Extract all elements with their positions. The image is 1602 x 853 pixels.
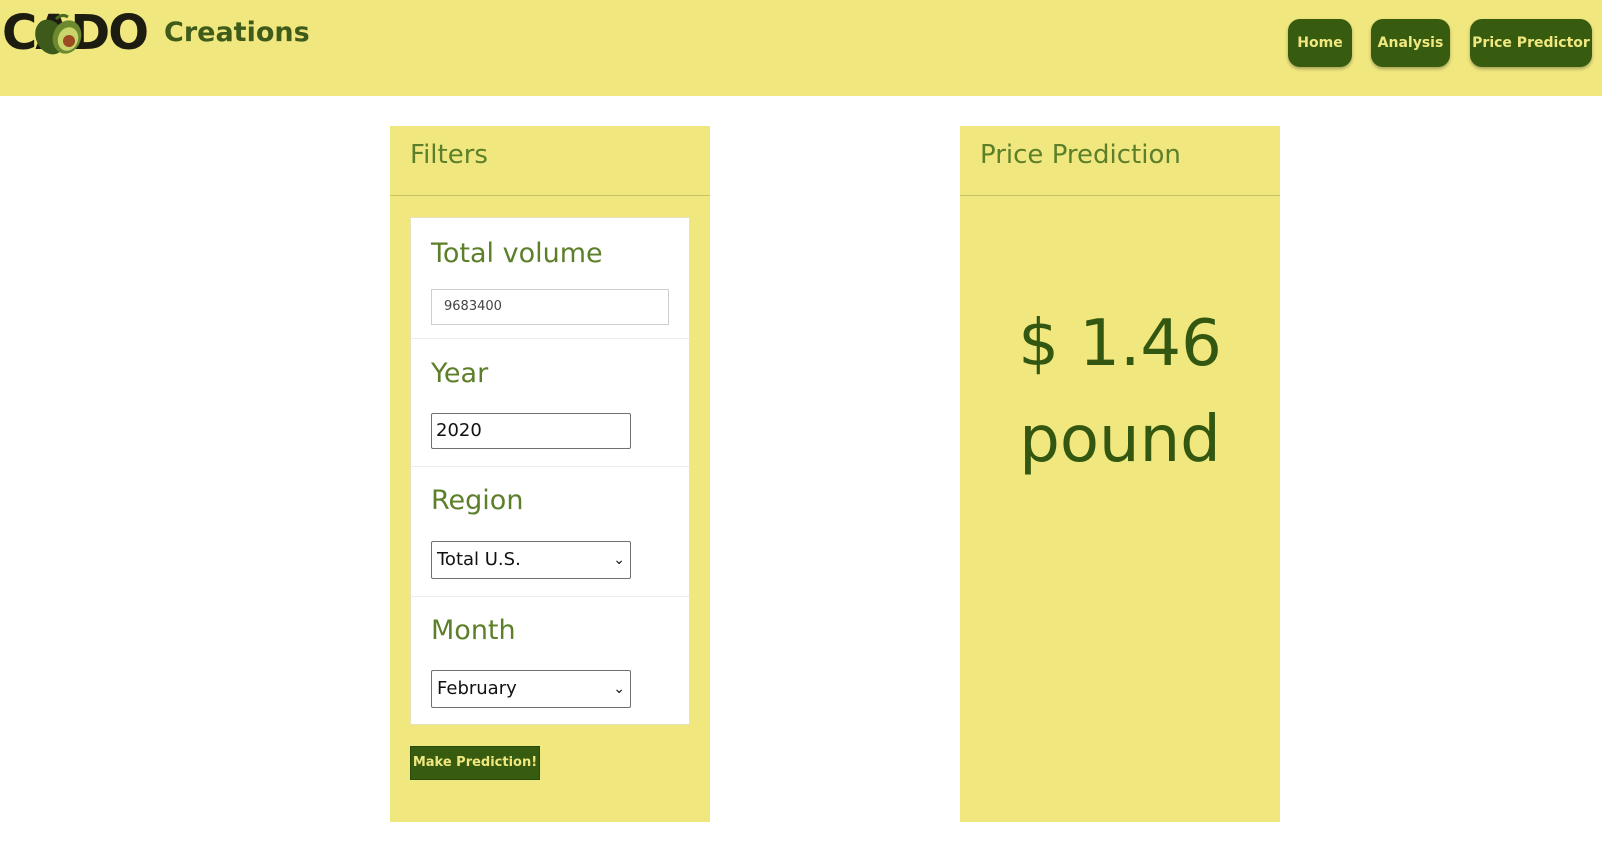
price-prediction-title: Price Prediction xyxy=(980,140,1181,170)
region-select[interactable]: Total U.S. ⌄ xyxy=(431,541,631,579)
month-select[interactable]: February ⌄ xyxy=(431,670,631,708)
total-volume-input[interactable]: 9683400 xyxy=(431,289,669,325)
year-group: Year 2020 xyxy=(411,339,689,467)
month-selected-value: February xyxy=(437,678,517,699)
region-label: Region xyxy=(431,485,524,516)
predicted-price-amount: $ 1.46 xyxy=(1018,307,1222,381)
logo-wordmark: Creations xyxy=(164,17,310,48)
filters-title: Filters xyxy=(410,140,488,170)
year-input[interactable]: 2020 xyxy=(431,413,631,449)
region-selected-value: Total U.S. xyxy=(437,549,521,570)
predicted-price: $ 1.46 pound xyxy=(960,296,1280,488)
year-label: Year xyxy=(431,358,489,389)
filters-panel: Filters Total volume 9683400 Year 2020 R… xyxy=(390,126,710,822)
top-navbar: CADO Creations Home Analysis Price Predi… xyxy=(0,0,1602,96)
price-prediction-header: Price Prediction xyxy=(960,126,1280,196)
price-prediction-panel: Price Prediction $ 1.46 pound xyxy=(960,126,1280,822)
total-volume-group: Total volume 9683400 xyxy=(411,218,689,339)
nav-home-button[interactable]: Home xyxy=(1288,19,1352,67)
nav-price-predictor-button[interactable]: Price Predictor xyxy=(1470,19,1592,67)
chevron-down-icon: ⌄ xyxy=(613,552,625,568)
filters-card: Total volume 9683400 Year 2020 Region To… xyxy=(410,217,690,725)
avocado-icon xyxy=(35,13,82,55)
chevron-down-icon: ⌄ xyxy=(613,681,625,697)
month-group: Month February ⌄ xyxy=(411,597,689,724)
total-volume-label: Total volume xyxy=(431,238,603,269)
predicted-price-unit: pound xyxy=(1019,403,1221,477)
region-group: Region Total U.S. ⌄ xyxy=(411,467,689,597)
filters-panel-header: Filters xyxy=(390,126,710,196)
month-label: Month xyxy=(431,615,516,646)
make-prediction-button[interactable]: Make Prediction! xyxy=(410,746,540,780)
nav-analysis-button[interactable]: Analysis xyxy=(1371,19,1450,67)
